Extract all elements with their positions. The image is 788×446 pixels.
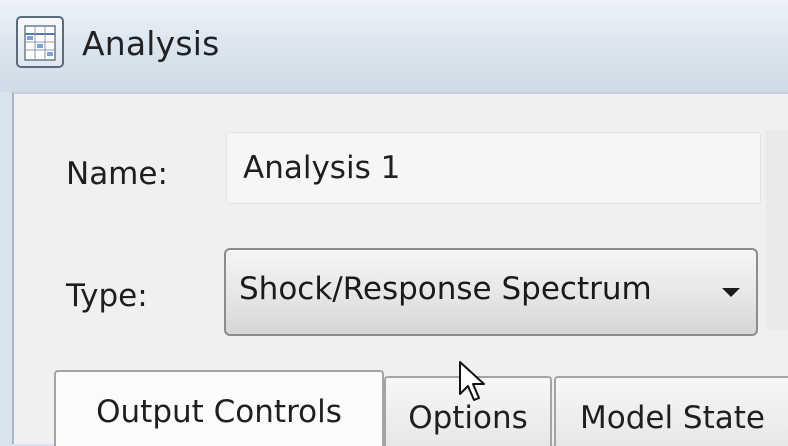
- chevron-down-icon[interactable]: [722, 288, 740, 297]
- name-label: Name:: [66, 156, 168, 192]
- tab-strip: Options Model State Output Controls: [14, 362, 788, 446]
- arrow-pointer-icon: [458, 360, 486, 408]
- tab-label: Output Controls: [96, 394, 342, 430]
- analysis-dialog-body: Name: Type: Shock/Response Spectrum Opti…: [12, 92, 788, 446]
- window-title: Analysis: [82, 24, 220, 63]
- tab-output-controls[interactable]: Output Controls: [54, 370, 384, 446]
- title-bar[interactable]: Analysis: [0, 0, 788, 92]
- tab-model-state[interactable]: Model State: [554, 376, 788, 446]
- type-dropdown[interactable]: Shock/Response Spectrum: [224, 248, 758, 336]
- panel-edge: [766, 130, 788, 330]
- table-icon: [16, 16, 64, 68]
- type-label: Type:: [66, 278, 148, 314]
- type-dropdown-value: Shock/Response Spectrum: [239, 271, 652, 307]
- name-input[interactable]: [226, 132, 761, 204]
- tab-label: Model State: [580, 400, 765, 436]
